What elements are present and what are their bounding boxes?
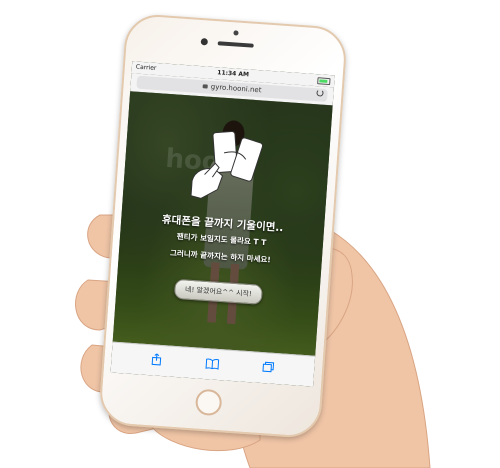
url-text: gyro.hooni.net: [210, 82, 262, 95]
lock-icon: [202, 84, 208, 89]
iphone: Carrier 11:34 AM gyro.hooni.net hooni 휴대…: [97, 12, 349, 440]
share-icon[interactable]: [149, 353, 164, 366]
bookmarks-icon[interactable]: [205, 357, 220, 370]
web-content: hooni 휴대폰을 끝까지 기울이면.. 팬티가 보일지도 몰라요 T T 그…: [112, 91, 333, 357]
phone-screen: Carrier 11:34 AM gyro.hooni.net hooni 휴대…: [110, 61, 335, 387]
tabs-icon[interactable]: [261, 361, 276, 374]
tilt-phone-illustration: [190, 130, 264, 199]
battery-icon: [317, 77, 331, 86]
